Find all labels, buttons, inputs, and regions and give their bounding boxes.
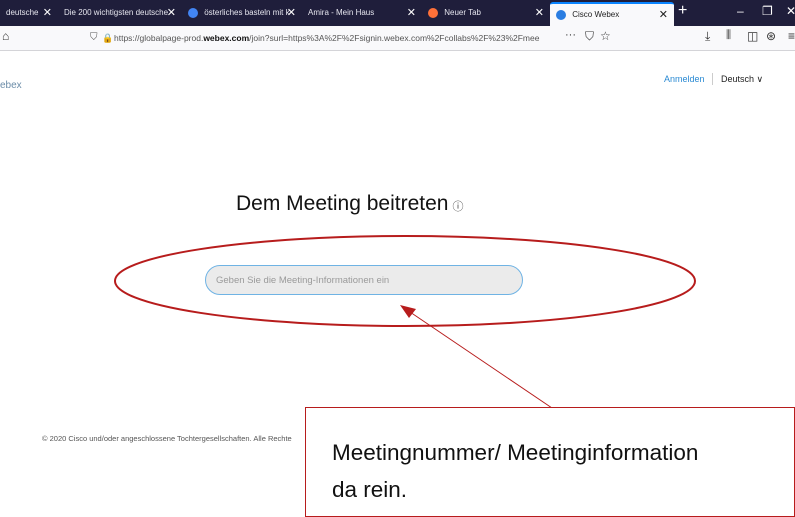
callout-line-1: Meetingnummer/ Meetinginformation: [332, 440, 699, 465]
highlight-ellipse: [114, 235, 696, 327]
annotation-arrowhead: [400, 305, 416, 318]
callout-line-2: da rein.: [332, 477, 408, 502]
annotation-arrow-line: [409, 311, 553, 409]
annotation-callout: Meetingnummer/ Meetinginformation da rei…: [305, 407, 795, 517]
